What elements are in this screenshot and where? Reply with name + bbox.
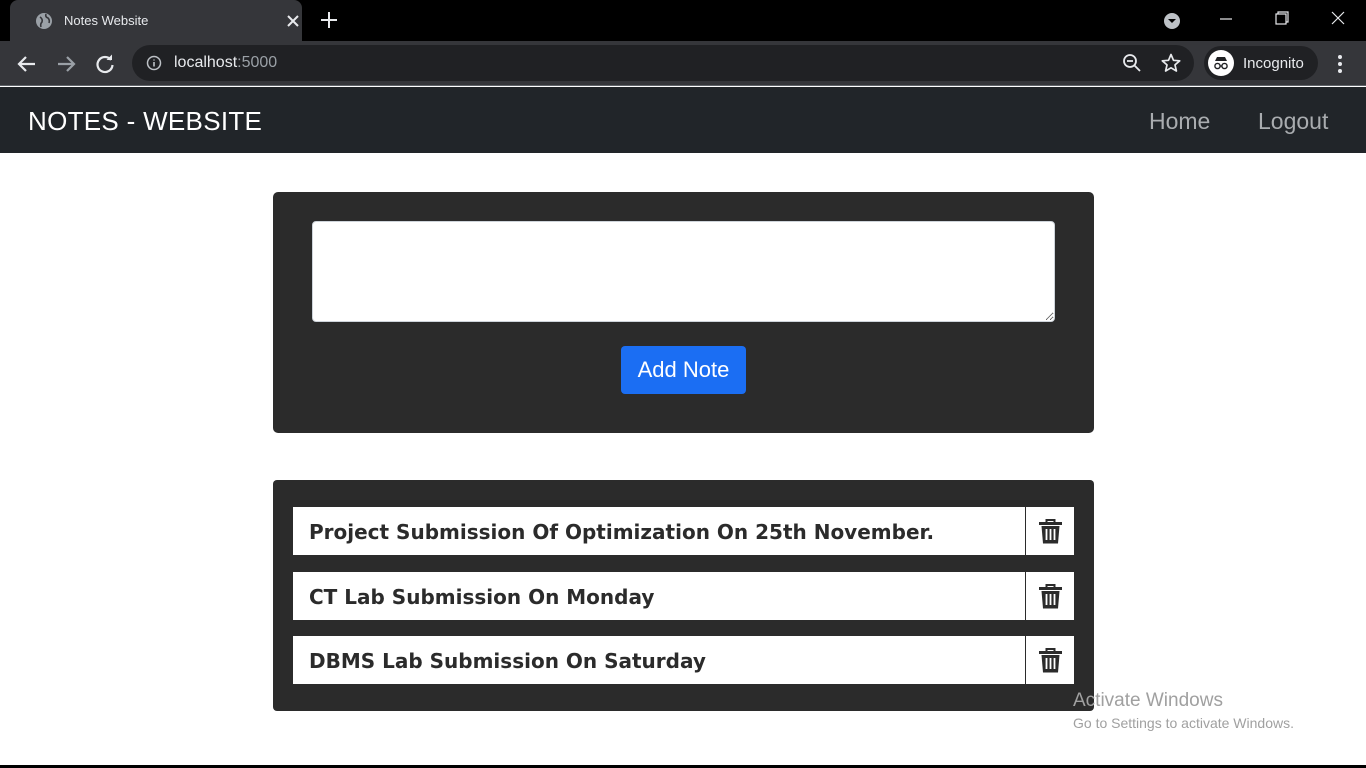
- browser-tab-strip: Notes Website: [0, 0, 1366, 41]
- activation-watermark-subtitle: Go to Settings to activate Windows.: [1073, 715, 1294, 731]
- trash-icon: [1039, 648, 1062, 673]
- info-icon[interactable]: [146, 55, 162, 71]
- browser-toolbar: localhost:5000 Incognito: [0, 41, 1366, 86]
- minimize-icon[interactable]: [1216, 10, 1236, 30]
- restore-icon[interactable]: [1272, 8, 1292, 28]
- incognito-profile-button[interactable]: Incognito: [1204, 46, 1318, 80]
- incognito-icon: [1208, 50, 1234, 76]
- zoom-out-icon[interactable]: [1122, 53, 1142, 73]
- delete-note-button[interactable]: [1025, 636, 1074, 684]
- nav-link-home[interactable]: Home: [1149, 108, 1210, 135]
- notes-list: Project Submission Of Optimization On 25…: [273, 480, 1094, 711]
- add-note-button[interactable]: Add Note: [621, 346, 746, 394]
- reload-icon[interactable]: [94, 53, 116, 75]
- list-item: DBMS Lab Submission On Saturday: [293, 636, 1074, 684]
- list-item: CT Lab Submission On Monday: [293, 572, 1074, 620]
- url-port: :5000: [237, 54, 278, 71]
- browser-tab[interactable]: Notes Website: [10, 0, 302, 41]
- note-text: DBMS Lab Submission On Saturday: [309, 649, 706, 673]
- address-bar[interactable]: localhost:5000: [132, 45, 1194, 81]
- add-note-card: Add Note: [273, 192, 1094, 433]
- trash-icon: [1039, 519, 1062, 544]
- delete-note-button[interactable]: [1025, 572, 1074, 620]
- url-host: localhost: [174, 54, 238, 71]
- activation-watermark-title: Activate Windows: [1073, 690, 1223, 711]
- site-navbar: NOTES - WEBSITE Home Logout: [0, 87, 1366, 153]
- star-icon[interactable]: [1161, 53, 1181, 73]
- note-text: Project Submission Of Optimization On 25…: [309, 520, 935, 544]
- nav-link-logout[interactable]: Logout: [1258, 108, 1328, 135]
- trash-icon: [1039, 584, 1062, 609]
- delete-note-button[interactable]: [1025, 507, 1074, 555]
- back-arrow-icon[interactable]: [16, 53, 38, 75]
- tab-search-icon[interactable]: [1162, 11, 1182, 31]
- globe-icon: [36, 13, 52, 29]
- incognito-label: Incognito: [1243, 55, 1304, 72]
- tab-title: Notes Website: [64, 13, 149, 28]
- forward-arrow-icon[interactable]: [55, 53, 77, 75]
- note-textarea[interactable]: [312, 221, 1055, 322]
- plus-icon[interactable]: [319, 10, 339, 30]
- close-icon[interactable]: [283, 11, 303, 31]
- list-item: Project Submission Of Optimization On 25…: [293, 507, 1074, 555]
- note-text: CT Lab Submission On Monday: [309, 585, 655, 609]
- window-close-icon[interactable]: [1328, 8, 1348, 28]
- site-brand[interactable]: NOTES - WEBSITE: [28, 106, 262, 137]
- kebab-menu-icon[interactable]: [1331, 53, 1349, 75]
- url-text: localhost:5000: [174, 54, 277, 72]
